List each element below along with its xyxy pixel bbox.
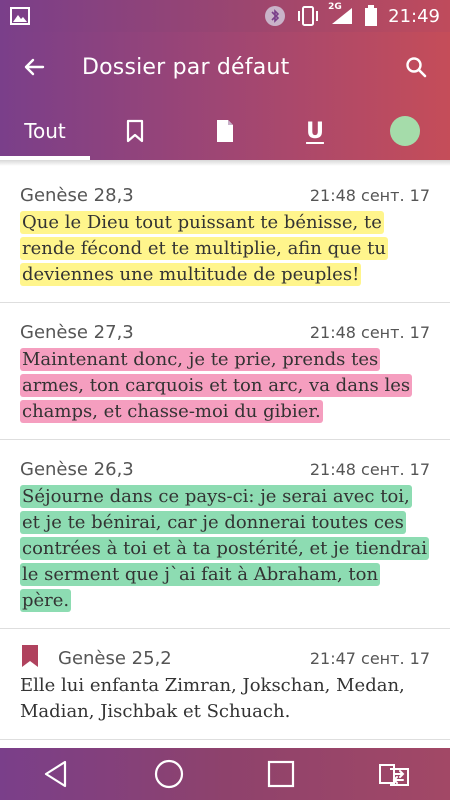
highlight-color-icon xyxy=(390,116,420,146)
list-item[interactable]: Genèse 26,3 21:48 сент. 17 Séjourne dans… xyxy=(0,440,450,629)
vibrate-icon xyxy=(296,5,320,27)
nav-back-button[interactable] xyxy=(26,748,86,800)
timestamp: 21:48 сент. 17 xyxy=(309,322,430,342)
tab-highlights[interactable] xyxy=(360,102,450,160)
note-icon xyxy=(217,120,233,142)
tab-all[interactable]: Tout xyxy=(0,102,90,160)
search-icon xyxy=(406,57,427,78)
status-bar: 2G 21:49 xyxy=(0,0,450,32)
timestamp: 21:48 сент. 17 xyxy=(309,459,430,479)
circle-home-icon xyxy=(154,759,183,789)
timestamp: 21:47 сент. 17 xyxy=(309,648,430,668)
highlighted-text: Séjourne dans ce pays-ci: je serai avec … xyxy=(20,485,429,612)
tab-bookmarks[interactable] xyxy=(90,102,180,160)
back-button[interactable] xyxy=(12,45,56,89)
bluetooth-icon xyxy=(264,5,286,27)
verse-text: Que le Dieu tout puissant te bénisse, te… xyxy=(20,210,430,288)
tab-notes[interactable] xyxy=(180,102,270,160)
nav-switch-sim-button[interactable] xyxy=(364,748,424,800)
item-header: Genèse 26,3 21:48 сент. 17 xyxy=(20,454,430,484)
verse-reference: Genèse 26,3 xyxy=(20,458,134,480)
nav-home-button[interactable] xyxy=(139,748,199,800)
item-header: Genèse 27,3 21:48 сент. 17 xyxy=(20,317,430,347)
list-item[interactable]: Genèse 28,3 21:48 сент. 17 Que le Dieu t… xyxy=(0,166,450,303)
verse-reference: Genèse 28,3 xyxy=(20,184,134,206)
arrow-left-icon xyxy=(24,58,45,76)
verse-text: Elle lui enfanta Zimran, Jokschan, Medan… xyxy=(20,675,405,722)
status-time: 21:49 xyxy=(388,5,440,27)
app-bar: Dossier par défaut Tout U xyxy=(0,32,450,160)
square-recents-icon xyxy=(268,760,295,788)
gallery-notification-icon xyxy=(10,7,30,25)
verse-reference: Genèse 25,2 xyxy=(58,647,172,669)
nav-recents-button[interactable] xyxy=(251,748,311,800)
list-item[interactable]: Genèse 25,2 21:47 сент. 17 Elle lui enfa… xyxy=(0,629,450,740)
highlighted-text: Que le Dieu tout puissant te bénisse, te… xyxy=(20,211,388,286)
triangle-back-icon xyxy=(45,760,67,788)
signal-icon: 2G xyxy=(328,2,354,26)
swap-screen-icon xyxy=(378,764,409,786)
underline-icon: U xyxy=(306,118,324,144)
list-item[interactable]: Genèse 27,3 21:48 сент. 17 Maintenant do… xyxy=(0,303,450,440)
tab-all-label: Tout xyxy=(24,119,66,143)
verse-text: Séjourne dans ce pays-ci: je serai avec … xyxy=(20,484,430,614)
bookmark-outline-icon xyxy=(126,119,144,143)
toolbar: Dossier par défaut xyxy=(0,32,450,102)
network-type-label: 2G xyxy=(328,2,342,12)
system-nav-bar xyxy=(0,748,450,800)
bookmark-icon xyxy=(20,644,44,672)
timestamp: 21:48 сент. 17 xyxy=(309,185,430,205)
verse-reference: Genèse 27,3 xyxy=(20,321,134,343)
highlighted-text: Maintenant donc, je te prie, prends tes … xyxy=(20,348,413,423)
verse-text: Maintenant donc, je te prie, prends tes … xyxy=(20,347,430,425)
page-title: Dossier par défaut xyxy=(82,54,290,80)
search-button[interactable] xyxy=(394,45,438,89)
item-header: Genèse 25,2 21:47 сент. 17 xyxy=(20,643,430,673)
filter-tabs: Tout U xyxy=(0,102,450,160)
item-header: Genèse 28,3 21:48 сент. 17 xyxy=(20,180,430,210)
annotation-list: Genèse 28,3 21:48 сент. 17 Que le Dieu t… xyxy=(0,160,450,748)
battery-icon xyxy=(364,5,378,27)
tab-underlines[interactable]: U xyxy=(270,102,360,160)
